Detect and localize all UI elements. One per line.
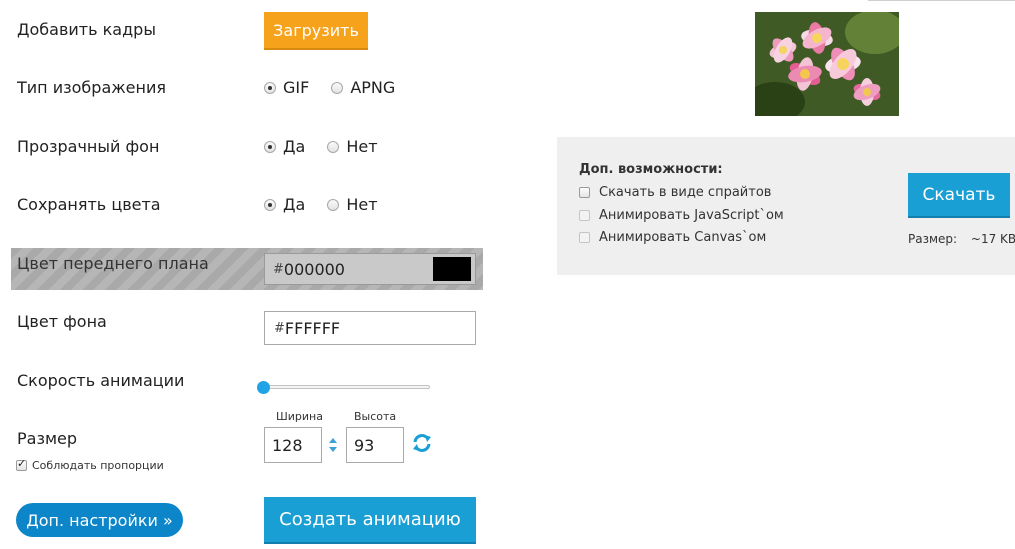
keep-ratio-label[interactable]: Соблюдать пропорции	[32, 459, 164, 472]
option-javascript[interactable]: Анимировать JavaScript`ом	[579, 208, 784, 223]
radio-keep-colors-yes-label[interactable]: Да	[283, 195, 305, 214]
hash-prefix: #	[273, 261, 284, 277]
flower-picture	[755, 12, 899, 116]
bg-color-label: Цвет фона	[17, 312, 107, 331]
width-label: Ширина	[276, 410, 323, 423]
foreground-color-label: Цвет переднего плана	[17, 254, 209, 273]
radio-keep-colors-no[interactable]	[327, 198, 340, 211]
radio-gif[interactable]	[264, 81, 276, 94]
sprites-checkbox[interactable]	[579, 187, 590, 198]
radio-keep-colors-yes[interactable]	[264, 198, 276, 211]
create-animation-button[interactable]: Создать анимацию	[264, 497, 476, 544]
keep-ratio-checkbox[interactable]	[16, 457, 27, 471]
width-input[interactable]: 128	[264, 427, 322, 463]
image-type-radio-group: GIF APNG	[264, 78, 417, 97]
file-size-info: Размер: ~17 KB	[908, 232, 1015, 246]
keep-ratio-checkbox-row[interactable]: Соблюдать пропорции	[16, 457, 164, 472]
javascript-checkbox[interactable]	[579, 210, 590, 221]
file-size-value: ~17 KB	[970, 232, 1015, 246]
bg-color-input[interactable]: # FFFFFF	[264, 311, 476, 345]
radio-transparent-no[interactable]	[327, 140, 340, 153]
foreground-color-value: 000000	[283, 259, 345, 279]
radio-transparent-yes-label[interactable]: Да	[283, 137, 305, 156]
preview-image	[755, 12, 899, 116]
radio-transparent-no-label[interactable]: Нет	[346, 137, 377, 156]
option-canvas[interactable]: Анимировать Canvas`ом	[579, 230, 766, 245]
radio-apng-label[interactable]: APNG	[350, 78, 395, 97]
option-sprites[interactable]: Скачать в виде спрайтов	[579, 185, 771, 200]
height-label: Высота	[354, 410, 397, 423]
radio-transparent-yes[interactable]	[264, 140, 276, 153]
anim-speed-label: Скорость анимации	[17, 371, 185, 390]
canvas-label[interactable]: Анимировать Canvas`ом	[599, 230, 766, 245]
upload-button[interactable]: Загрузить	[264, 12, 368, 50]
more-settings-button[interactable]: Доп. настройки »	[16, 503, 183, 537]
radio-keep-colors-no-label[interactable]: Нет	[346, 195, 377, 214]
bg-color-value: FFFFFF	[284, 318, 341, 338]
divider	[868, 0, 1015, 1]
add-frames-label: Добавить кадры	[17, 20, 156, 39]
extras-title: Доп. возможности:	[579, 162, 723, 177]
sprites-label[interactable]: Скачать в виде спрайтов	[599, 185, 771, 200]
file-size-label: Размер:	[908, 232, 958, 246]
radio-gif-label[interactable]: GIF	[283, 78, 309, 97]
radio-apng[interactable]	[331, 81, 344, 94]
javascript-label[interactable]: Анимировать JavaScript`ом	[599, 208, 784, 223]
canvas-checkbox[interactable]	[579, 232, 590, 243]
download-button[interactable]: Скачать	[908, 173, 1010, 218]
transparent-bg-radio-group: Да Нет	[264, 137, 400, 156]
foreground-color-row: Цвет переднего плана # 000000	[11, 248, 483, 290]
size-label: Размер	[17, 429, 78, 448]
anim-speed-slider-track[interactable]	[264, 385, 430, 389]
link-arrows-icon[interactable]	[328, 437, 338, 453]
height-input[interactable]: 93	[346, 427, 404, 463]
keep-colors-label: Сохранять цвета	[17, 195, 161, 214]
refresh-icon[interactable]	[411, 432, 433, 454]
anim-speed-slider-thumb[interactable]	[257, 381, 270, 394]
hash-prefix: #	[274, 320, 285, 336]
transparent-bg-label: Прозрачный фон	[17, 137, 160, 156]
image-type-label: Тип изображения	[17, 78, 166, 97]
foreground-color-input: # 000000	[264, 253, 476, 285]
keep-colors-radio-group: Да Нет	[264, 195, 400, 214]
foreground-color-swatch	[433, 257, 471, 281]
